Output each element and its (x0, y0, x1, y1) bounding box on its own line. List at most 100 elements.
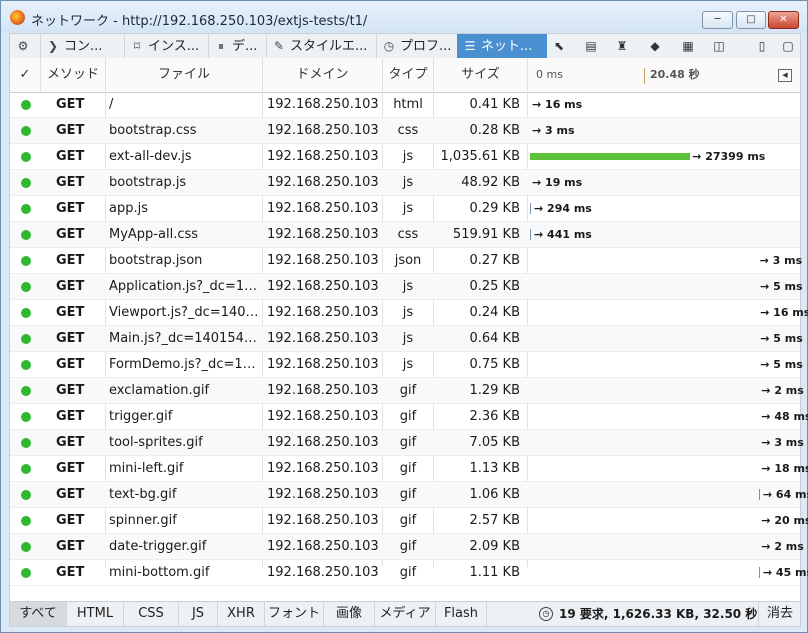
status-ok-icon (21, 152, 31, 162)
dock-side-icon[interactable]: ▯ (753, 37, 771, 55)
request-row[interactable]: GET FormDemo.js?_dc=1401543... 192.168.250… (10, 352, 803, 378)
column-type[interactable]: タイプ (383, 58, 434, 92)
request-type: gif (399, 409, 417, 424)
request-row[interactable]: GET Application.js?_dc=1401543... 192.168.… (10, 274, 803, 300)
request-file: Viewport.js?_dc=14015432... (109, 305, 261, 320)
summary-text: 19 要求, 1,626.33 KB, 32.50 秒 (559, 607, 758, 621)
request-domain: 192.168.250.103 (267, 565, 379, 580)
request-row[interactable]: GET / 192.168.250.103 html 0.41 KB → 16 ms (10, 92, 800, 118)
3d-view-icon[interactable]: ◆ (646, 37, 664, 55)
request-domain: 192.168.250.103 (267, 123, 379, 138)
tab-inspector[interactable]: ⌑ インス... (124, 34, 209, 58)
pick-element-icon[interactable]: ⬉ (550, 37, 568, 55)
request-row[interactable]: GET bootstrap.js 192.168.250.103 js 48.92 KB… (10, 170, 800, 196)
title-bar[interactable]: ネットワーク - http://192.168.250.103/extjs-te… (1, 1, 807, 33)
request-row[interactable]: GET exclamation.gif 192.168.250.103 gif 1.29… (10, 378, 804, 404)
request-domain: 192.168.250.103 (267, 357, 379, 372)
request-method: GET (56, 357, 85, 372)
column-method[interactable]: メソッド (41, 58, 106, 92)
column-check[interactable]: ✓ (10, 58, 41, 92)
request-type: js (402, 357, 414, 372)
filter-tab[interactable]: メディア (375, 602, 436, 626)
filter-tab[interactable]: CSS (124, 602, 179, 626)
request-file: mini-left.gif (109, 461, 184, 476)
request-file: bootstrap.js (109, 175, 187, 190)
request-row[interactable]: GET date-trigger.gif 192.168.250.103 gif 2.0… (10, 534, 804, 560)
request-row[interactable]: GET MyApp-all.css 192.168.250.103 css 519.91… (10, 222, 800, 248)
request-method: GET (56, 123, 85, 138)
request-file: trigger.gif (109, 409, 173, 424)
filter-tab[interactable]: すべて (10, 602, 67, 626)
column-domain[interactable]: ドメイン (263, 58, 383, 92)
request-row[interactable]: GET app.js 192.168.250.103 js 0.29 KB → 294 m… (10, 196, 800, 222)
request-row[interactable]: GET bootstrap.css 192.168.250.103 css 0.28 K… (10, 118, 800, 144)
request-row[interactable]: GET mini-left.gif 192.168.250.103 gif 1.13 K… (10, 456, 808, 482)
request-type: gif (399, 565, 417, 580)
request-type: js (402, 175, 414, 190)
screenshot-icon[interactable]: ◫ (710, 37, 728, 55)
request-row[interactable]: GET bootstrap.json 192.168.250.103 json 0.27… (10, 248, 802, 274)
request-method: GET (56, 513, 85, 528)
request-row[interactable]: GET mini-bottom.gif 192.168.250.103 gif 1.11… (10, 560, 808, 586)
request-row[interactable]: GET Viewport.js?_dc=14015432... 192.168.25… (10, 300, 808, 326)
request-file: date-trigger.gif (109, 539, 207, 554)
request-method: GET (56, 331, 85, 346)
request-row[interactable]: GET tool-sprites.gif 192.168.250.103 gif 7.0… (10, 430, 804, 456)
filter-bar: すべて HTML CSS JS XHR フォント 画像 メディア Flash ◷ 19 要求, … (9, 601, 801, 627)
tab-console[interactable]: ❯ コン... (40, 34, 125, 58)
request-row[interactable]: GET spinner.gif 192.168.250.103 gif 2.57 KB →… (10, 508, 808, 534)
request-size: 2.57 KB (469, 513, 520, 528)
request-size: 0.27 KB (469, 253, 520, 268)
style-editor-icon: ✎ (273, 39, 285, 53)
request-type: json (394, 253, 422, 268)
clear-button[interactable]: 消去 (758, 602, 801, 626)
waterfall-time: → 2 ms (761, 540, 804, 553)
maximize-button[interactable]: □ (736, 11, 766, 29)
request-size: 0.64 KB (469, 331, 520, 346)
request-row[interactable]: GET ext-all-dev.js 192.168.250.103 js 1,035.… (10, 144, 800, 170)
request-method: GET (56, 487, 85, 502)
request-type: css (397, 123, 419, 138)
filter-tab[interactable]: 画像 (324, 602, 375, 626)
request-file: text-bg.gif (109, 487, 177, 502)
column-file[interactable]: ファイル (106, 58, 263, 92)
request-file: bootstrap.json (109, 253, 203, 268)
request-size: 2.36 KB (469, 409, 520, 424)
filter-tab[interactable]: フォント (265, 602, 324, 626)
filter-tab[interactable]: JS (179, 602, 218, 626)
request-row[interactable]: GET trigger.gif 192.168.250.103 gif 2.36 KB →… (10, 404, 808, 430)
request-size: 519.91 KB (452, 227, 520, 242)
filter-tab[interactable]: HTML (67, 602, 124, 626)
devtools-window: ネットワーク - http://192.168.250.103/extjs-te… (0, 0, 808, 633)
tab-profiler[interactable]: ◷ プロフ... (376, 34, 461, 58)
clapper-icon[interactable]: ▦ (679, 37, 697, 55)
split-console-icon[interactable]: ▤ (582, 37, 600, 55)
request-file: ext-all-dev.js (109, 149, 192, 164)
tab-network[interactable]: ☰ ネット... (457, 34, 547, 58)
request-type: gif (399, 513, 417, 528)
status-ok-icon (21, 516, 31, 526)
request-type: html (393, 97, 423, 112)
status-ok-icon (21, 490, 31, 500)
filter-tab[interactable]: XHR (218, 602, 265, 626)
close-button[interactable]: ✕ (768, 11, 799, 29)
request-file: MyApp-all.css (109, 227, 199, 242)
filter-tab[interactable]: Flash (436, 602, 487, 626)
status-ok-icon (21, 100, 31, 110)
undock-icon[interactable]: ▢ (779, 37, 797, 55)
request-row[interactable]: GET Main.js?_dc=1401543249... 192.168.250.… (10, 326, 803, 352)
waterfall-time: → 3 ms (532, 124, 575, 137)
minimize-button[interactable]: ─ (702, 11, 733, 29)
status-ok-icon (21, 230, 31, 240)
request-row[interactable]: GET text-bg.gif 192.168.250.103 gif 1.06 KB →… (10, 482, 808, 508)
request-method: GET (56, 227, 85, 242)
settings-button[interactable]: ⚙ (10, 34, 41, 58)
paintbrush-icon[interactable]: ♜ (613, 37, 631, 55)
toggle-sidebar-icon[interactable]: ◀ (778, 69, 792, 82)
column-size[interactable]: サイズ (434, 58, 528, 92)
request-size: 1.06 KB (469, 487, 520, 502)
waterfall-time: → 64 ms (762, 488, 808, 501)
tab-style-editor[interactable]: ✎ スタイルエ... (266, 34, 377, 58)
tab-debugger[interactable]: ⏸ デ... (208, 34, 267, 58)
request-method: GET (56, 383, 85, 398)
